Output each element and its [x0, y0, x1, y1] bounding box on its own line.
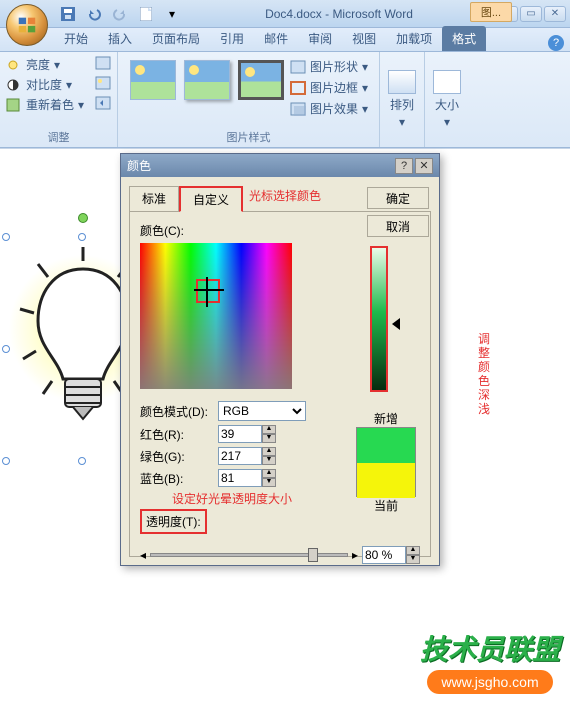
color-mode-select[interactable]: RGB [218, 401, 306, 421]
watermark: 技术员联盟 www.jsgho.com [420, 628, 560, 694]
tab-standard[interactable]: 标准 [129, 186, 179, 212]
red-label: 红色(R): [140, 426, 212, 443]
save-icon[interactable] [58, 4, 78, 24]
restore-button[interactable]: ▭ [520, 6, 542, 22]
red-input[interactable] [218, 425, 262, 443]
group-label-adjust: 调整 [0, 129, 117, 145]
watermark-url: www.jsgho.com [427, 670, 552, 694]
tab-insert[interactable]: 插入 [98, 26, 142, 51]
blue-label: 蓝色(B): [140, 470, 212, 487]
red-spin-up[interactable]: ▲ [262, 425, 276, 434]
picture-border-button[interactable]: 图片边框 ▾ [290, 79, 368, 96]
ok-button[interactable]: 确定 [367, 187, 429, 209]
preview-new [357, 428, 415, 463]
tab-layout[interactable]: 页面布局 [142, 26, 210, 51]
slider-thumb[interactable] [308, 548, 318, 562]
quick-access-toolbar: ▾ [58, 4, 182, 24]
blue-spin-up[interactable]: ▲ [262, 469, 276, 478]
green-spin-down[interactable]: ▼ [262, 456, 276, 465]
annot-cursor: 光标选择颜色 [249, 187, 321, 204]
handle-w[interactable] [2, 345, 10, 353]
help-icon[interactable]: ? [548, 35, 564, 51]
dialog-title: 颜色 [127, 157, 151, 174]
qat-dropdown-icon[interactable]: ▾ [162, 4, 182, 24]
reset-pic-icon[interactable] [95, 96, 111, 113]
colors-label: 颜色(C): [140, 222, 420, 239]
ribbon: 亮度 ▾ 对比度 ▾ 重新着色 ▾ 调整 图片形状 ▾ 图片边框 ▾ 图片效果 … [0, 52, 570, 148]
rotate-handle[interactable] [78, 213, 88, 223]
trans-spin-up[interactable]: ▲ [406, 546, 420, 555]
brightness-button[interactable]: 亮度 ▾ [6, 56, 111, 73]
transparency-label: 透明度(T): [146, 515, 201, 529]
dialog-close-button[interactable]: ✕ [415, 158, 433, 174]
document-canvas[interactable]: 颜色 ? ✕ 确定 取消 标准 自定义 光标选择颜色 颜色(C): 调 [0, 148, 570, 704]
redo-icon[interactable] [110, 4, 130, 24]
mode-label: 颜色模式(D): [140, 403, 212, 420]
watermark-title: 技术员联盟 [420, 628, 560, 668]
handle-sw[interactable] [2, 457, 10, 465]
tab-format[interactable]: 格式 [442, 26, 486, 51]
transparency-slider[interactable] [150, 553, 348, 557]
luminosity-bar[interactable] [370, 246, 388, 392]
tab-custom[interactable]: 自定义 [179, 186, 243, 212]
color-field[interactable] [140, 243, 292, 389]
group-picture-styles: 图片形状 ▾ 图片边框 ▾ 图片效果 ▾ 图片样式 [118, 52, 380, 147]
tab-mail[interactable]: 邮件 [254, 26, 298, 51]
blue-spin-down[interactable]: ▼ [262, 478, 276, 487]
tab-home[interactable]: 开始 [54, 26, 98, 51]
green-spin-up[interactable]: ▲ [262, 447, 276, 456]
picture-shape-button[interactable]: 图片形状 ▾ [290, 58, 368, 75]
annot-depth: 调整颜色深浅 [478, 332, 492, 416]
ribbon-tabs: 开始 插入 页面布局 引用 邮件 审阅 视图 加载项 格式 ? [0, 28, 570, 52]
blue-input[interactable] [218, 469, 262, 487]
context-tab-label: 图... [470, 2, 512, 22]
dialog-help-button[interactable]: ? [395, 158, 413, 174]
red-spin-down[interactable]: ▼ [262, 434, 276, 443]
undo-icon[interactable] [84, 4, 104, 24]
green-input[interactable] [218, 447, 262, 465]
tab-view[interactable]: 视图 [342, 26, 386, 51]
transparency-input[interactable] [362, 546, 406, 564]
color-cursor[interactable] [196, 279, 220, 303]
trans-spin-down[interactable]: ▼ [406, 555, 420, 564]
color-dialog: 颜色 ? ✕ 确定 取消 标准 自定义 光标选择颜色 颜色(C): 调 [120, 153, 440, 566]
slider-right-icon[interactable]: ▸ [352, 548, 358, 562]
handle-nw[interactable] [2, 233, 10, 241]
handle-s[interactable] [78, 457, 86, 465]
change-pic-icon[interactable] [95, 76, 111, 93]
group-adjust: 亮度 ▾ 对比度 ▾ 重新着色 ▾ 调整 [0, 52, 118, 147]
green-label: 绿色(G): [140, 448, 212, 465]
size-button[interactable]: 大小▾ [425, 52, 469, 147]
style-thumb-3[interactable] [238, 60, 284, 100]
new-doc-icon[interactable] [136, 4, 156, 24]
compress-icon[interactable] [95, 56, 111, 73]
recolor-button[interactable]: 重新着色 ▾ [6, 96, 111, 113]
tab-addins[interactable]: 加载项 [386, 26, 442, 51]
group-label-styles: 图片样式 [118, 129, 379, 145]
style-thumb-1[interactable] [130, 60, 176, 100]
handle-n[interactable] [78, 233, 86, 241]
slider-left-icon[interactable]: ◂ [140, 548, 146, 562]
luminosity-pointer[interactable] [392, 318, 400, 330]
window-title: Doc4.docx - Microsoft Word [182, 7, 496, 21]
close-button[interactable]: ✕ [544, 6, 566, 22]
title-bar: ▾ Doc4.docx - Microsoft Word 图... ─ ▭ ✕ [0, 0, 570, 28]
preview-current [357, 463, 415, 498]
style-thumb-2[interactable] [184, 60, 230, 100]
annot-trans: 设定好光晕透明度大小 [172, 490, 292, 507]
color-preview: 新增 当前 [356, 410, 416, 514]
contrast-button[interactable]: 对比度 ▾ [6, 76, 111, 93]
picture-effects-button[interactable]: 图片效果 ▾ [290, 100, 368, 117]
tab-review[interactable]: 审阅 [298, 26, 342, 51]
tab-references[interactable]: 引用 [210, 26, 254, 51]
office-button[interactable] [6, 4, 48, 46]
dialog-titlebar[interactable]: 颜色 ? ✕ [121, 154, 439, 177]
arrange-button[interactable]: 排列▾ [380, 52, 425, 147]
